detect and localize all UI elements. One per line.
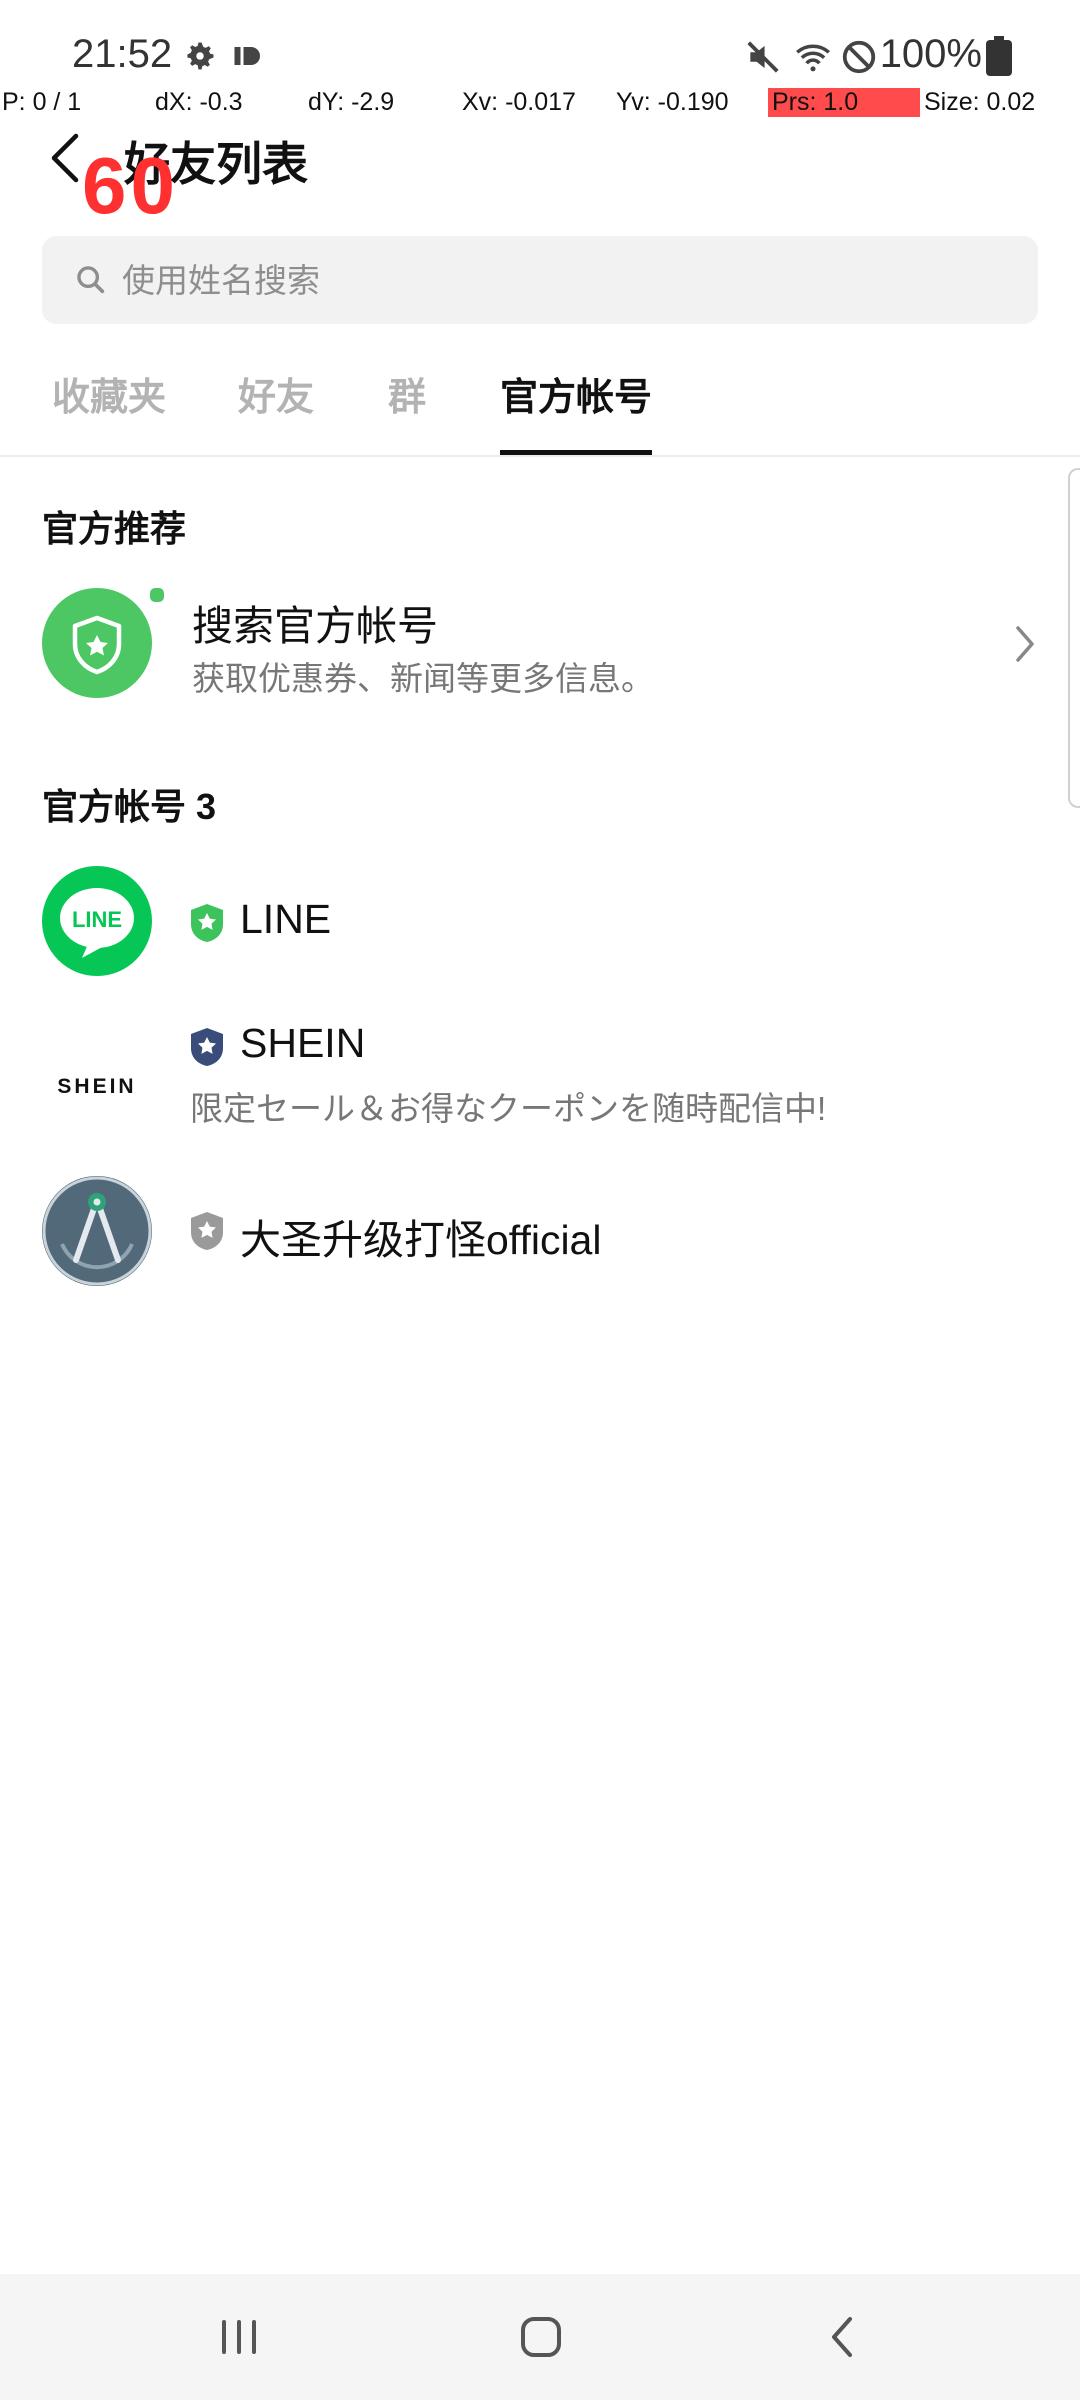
- tab-bar: 收藏夹 好友 群 官方帐号: [0, 360, 1080, 457]
- official-shield-avatar: [42, 588, 152, 698]
- battery-icon: [986, 36, 1012, 81]
- search-icon: [74, 262, 108, 303]
- battery-percent: 100%: [879, 32, 982, 76]
- home-button[interactable]: [506, 2302, 576, 2372]
- compass-app-icon: [42, 1176, 152, 1286]
- wifi-icon: [792, 38, 834, 81]
- line-logo-text: LINE: [72, 907, 122, 932]
- system-navigation-bar: [0, 2274, 1080, 2400]
- recommend-section-title: 官方推荐: [42, 508, 187, 549]
- search-official-accounts-row[interactable]: 搜索官方帐号 获取优惠券、新闻等更多信息。: [0, 580, 1080, 710]
- debug-pressure: Prs: 1.0: [768, 88, 920, 117]
- recent-apps-icon: [222, 2320, 256, 2354]
- account-row-line[interactable]: LINE LINE: [0, 860, 1080, 980]
- debug-pointer-count: P: 0 / 1: [2, 88, 82, 116]
- accounts-section-title: 官方帐号 3: [42, 786, 217, 827]
- row-subtitle: 获取优惠券、新闻等更多信息。: [192, 660, 654, 697]
- search-input[interactable]: [120, 236, 1004, 326]
- chevron-right-icon: [1010, 622, 1040, 671]
- tab-groups[interactable]: 群: [388, 366, 426, 421]
- home-icon: [521, 2317, 561, 2357]
- search-bar[interactable]: [42, 236, 1038, 326]
- tab-friends[interactable]: 好友: [238, 366, 314, 421]
- shield-icon: [72, 615, 122, 675]
- tab-official-accounts[interactable]: 官方帐号: [500, 366, 652, 421]
- account-row-dasheng[interactable]: 大圣升级打怪official: [0, 1170, 1080, 1290]
- row-title: 搜索官方帐号: [192, 603, 438, 649]
- verified-green-badge-icon: [188, 902, 226, 949]
- new-dot-badge: [148, 586, 166, 604]
- dnd-icon: [840, 38, 878, 81]
- id-icon: [230, 38, 266, 79]
- line-logo-icon: LINE: [60, 888, 134, 958]
- active-tab-indicator: [500, 450, 652, 455]
- status-bar: 21:52 100%: [0, 0, 1080, 100]
- account-subtitle: 限定セール＆お得なクーポンを随時配信中!: [190, 1090, 827, 1127]
- recent-apps-button[interactable]: [204, 2302, 274, 2372]
- account-name: SHEIN: [240, 1020, 366, 1066]
- system-back-button[interactable]: [808, 2302, 878, 2372]
- debug-yv: Yv: -0.190: [616, 88, 729, 116]
- fps-counter: 60: [82, 141, 179, 230]
- debug-dy: dY: -2.9: [308, 88, 395, 116]
- shein-logo-icon: SHEIN: [57, 1075, 136, 1098]
- debug-xv: Xv: -0.017: [462, 88, 576, 116]
- account-name: LINE: [240, 896, 332, 942]
- verified-gray-badge-icon: [188, 1210, 226, 1257]
- verified-navy-badge-icon: [188, 1026, 226, 1073]
- dasheng-avatar: [42, 1176, 152, 1286]
- back-icon: [832, 2317, 852, 2357]
- shein-logo-text: SHEIN: [57, 1075, 136, 1098]
- account-name: 大圣升级打怪official: [240, 1217, 602, 1263]
- pointer-location-overlay: P: 0 / 1 dX: -0.3 dY: -2.9 Xv: -0.017 Yv…: [0, 86, 1080, 122]
- account-row-shein[interactable]: SHEIN SHEIN 限定セール＆お得なクーポンを随時配信中!: [0, 1010, 1080, 1150]
- line-logo-avatar: LINE: [42, 866, 152, 976]
- tab-favorites[interactable]: 收藏夹: [52, 366, 166, 421]
- debug-size: Size: 0.02: [924, 88, 1036, 116]
- status-time: 21:52: [72, 32, 173, 76]
- mute-icon: [744, 38, 782, 81]
- shein-logo-avatar: SHEIN: [42, 1030, 152, 1140]
- debug-dx: dX: -0.3: [155, 88, 243, 116]
- settings-icon: [182, 38, 218, 79]
